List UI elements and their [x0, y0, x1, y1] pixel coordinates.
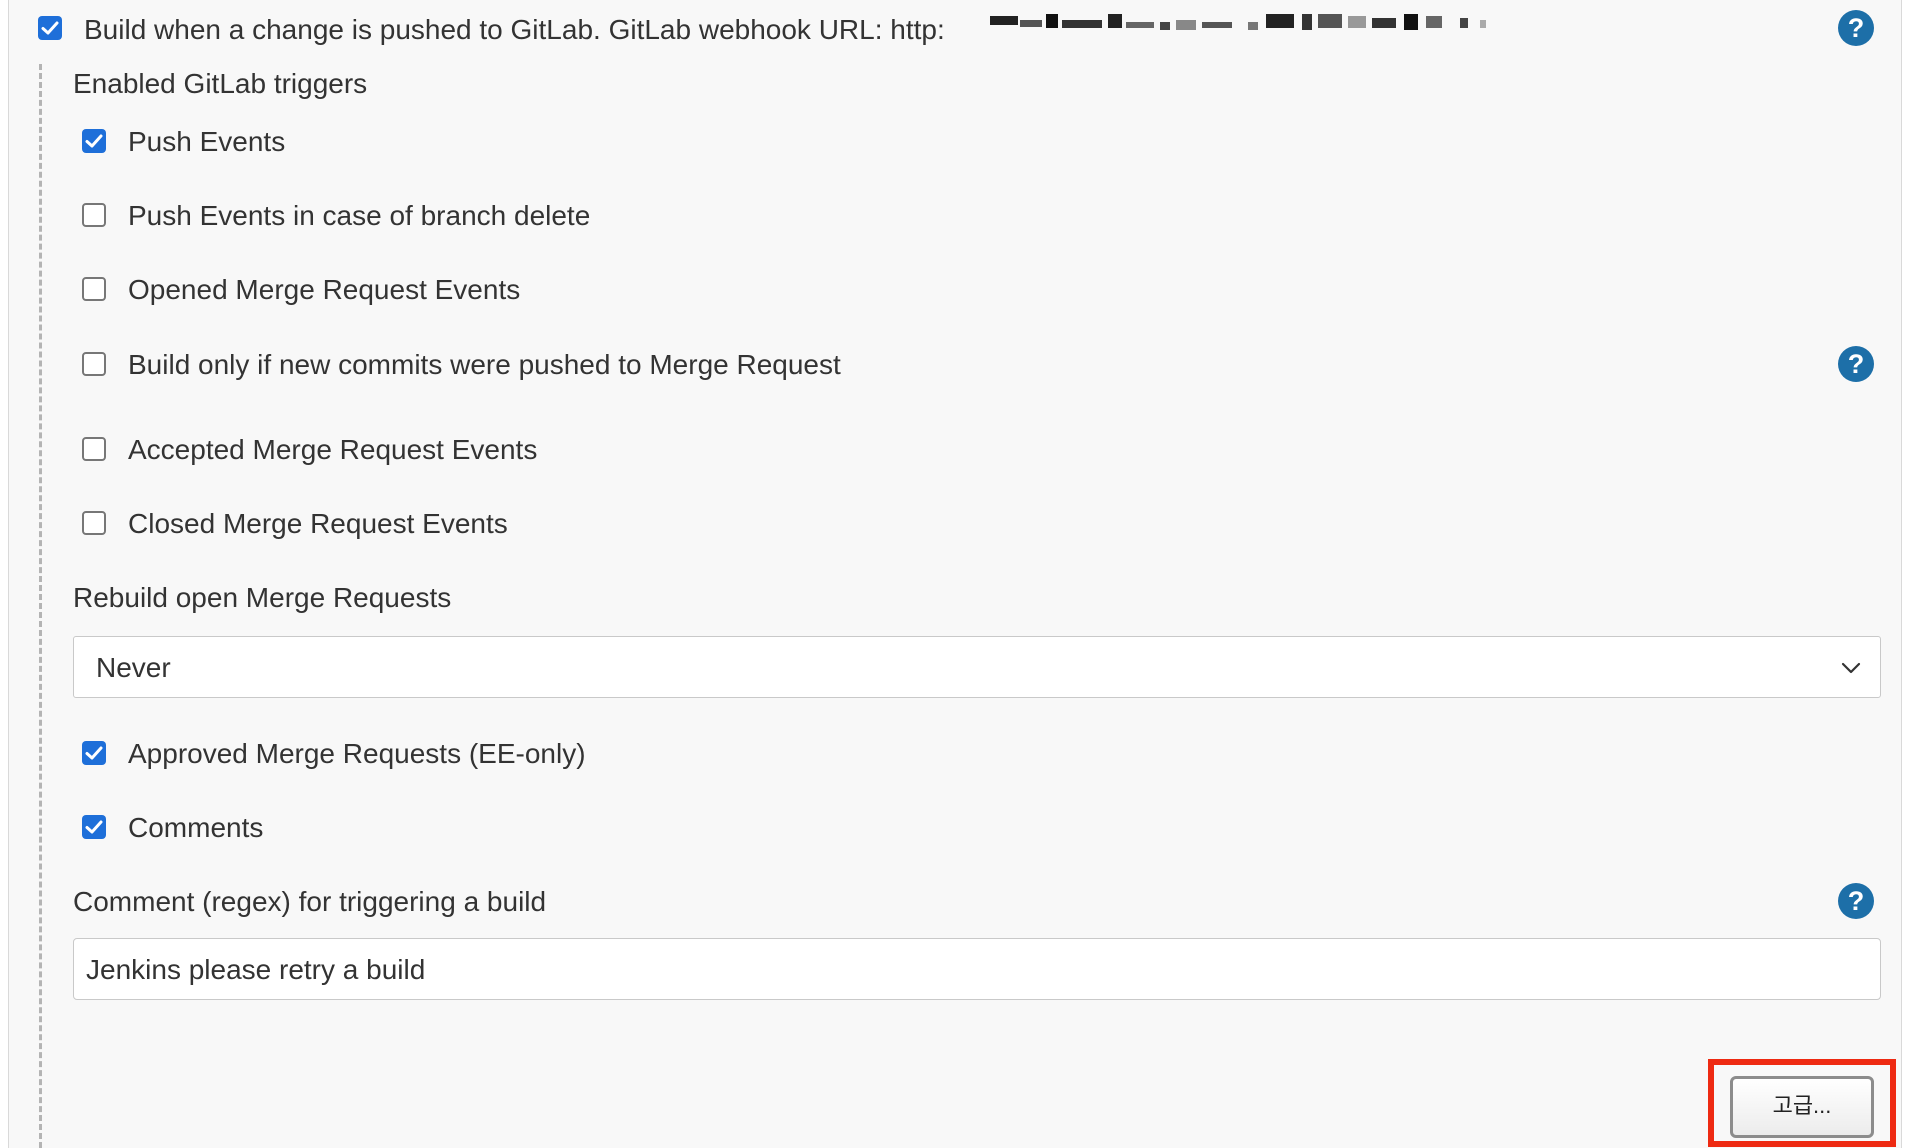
comment-regex-input[interactable]: Jenkins please retry a build [73, 938, 1881, 1000]
closed-mr-events-checkbox[interactable] [82, 511, 106, 535]
comments-checkbox[interactable] [82, 815, 106, 839]
build-on-push-checkbox[interactable] [38, 16, 62, 40]
opened-mr-events-label: Opened Merge Request Events [128, 274, 521, 305]
enabled-triggers-heading: Enabled GitLab triggers [73, 68, 368, 99]
select-value: Never [96, 652, 171, 683]
new-commits-mr-label: Build only if new commits were pushed to… [128, 349, 841, 380]
rebuild-open-mr-label: Rebuild open Merge Requests [73, 582, 452, 613]
comment-regex-value: Jenkins please retry a build [86, 954, 426, 985]
approved-mr-checkbox[interactable] [82, 741, 106, 765]
accepted-mr-events-checkbox[interactable] [82, 437, 106, 461]
checkmark-icon [85, 820, 103, 834]
chevron-down-icon [1841, 662, 1861, 674]
redacted-webhook-url [990, 14, 1486, 30]
rebuild-open-mr-select[interactable]: Never [73, 636, 1881, 698]
push-events-branch-delete-checkbox[interactable] [82, 203, 106, 227]
help-icon[interactable]: ? [1838, 883, 1874, 919]
push-events-checkbox[interactable] [82, 129, 106, 153]
checkmark-icon [41, 21, 59, 35]
comments-label: Comments [128, 812, 264, 843]
push-events-branch-delete-label: Push Events in case of branch delete [128, 200, 591, 231]
help-icon[interactable]: ? [1838, 10, 1874, 46]
opened-mr-events-checkbox[interactable] [82, 277, 106, 301]
accepted-mr-events-label: Accepted Merge Request Events [128, 434, 538, 465]
build-on-push-label: Build when a change is pushed to GitLab.… [84, 14, 945, 45]
approved-mr-label: Approved Merge Requests (EE-only) [128, 738, 586, 769]
push-events-label: Push Events [128, 126, 286, 157]
section-dashed-divider [39, 64, 42, 1148]
advanced-button[interactable]: 고급... [1730, 1076, 1874, 1138]
checkmark-icon [85, 134, 103, 148]
comment-regex-label: Comment (regex) for triggering a build [73, 886, 547, 917]
help-icon[interactable]: ? [1838, 346, 1874, 382]
new-commits-mr-checkbox[interactable] [82, 352, 106, 376]
closed-mr-events-label: Closed Merge Request Events [128, 508, 508, 539]
checkmark-icon [85, 746, 103, 760]
